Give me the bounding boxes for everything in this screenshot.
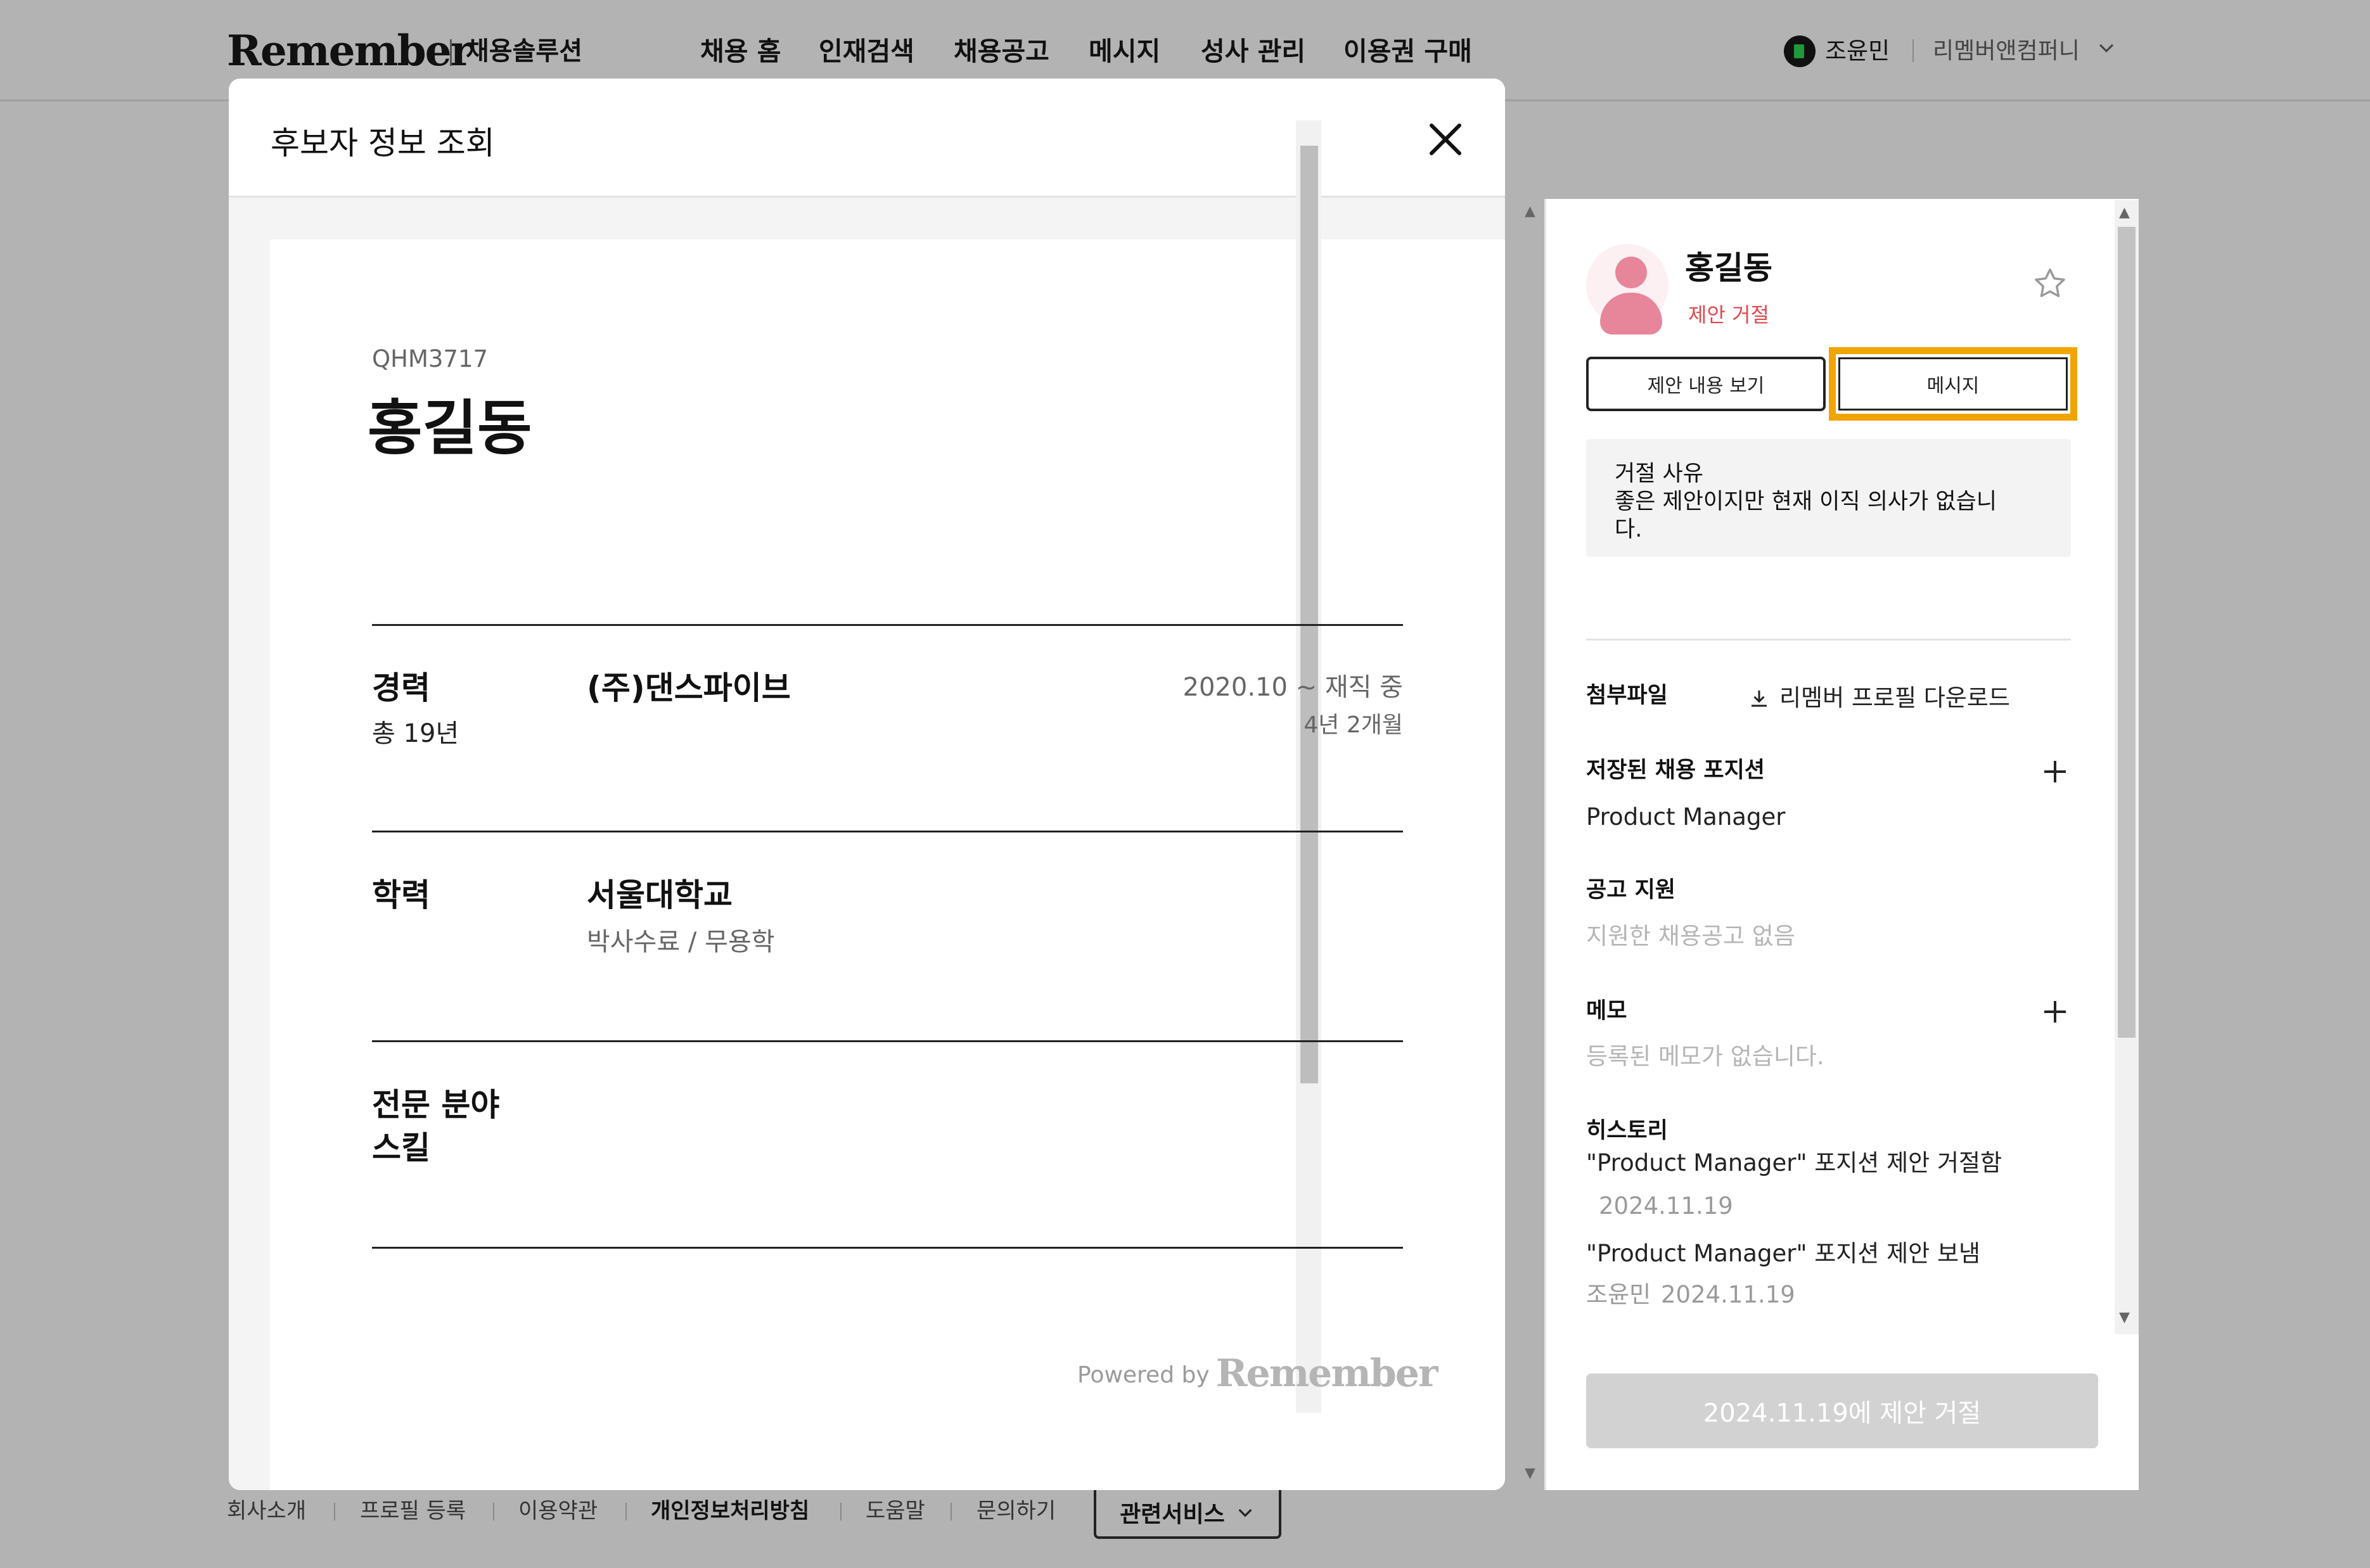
download-icon (1752, 691, 1767, 707)
offer-rejected-button[interactable]: 2024.11.19에 제안 거절 (1586, 1374, 2098, 1448)
star-icon[interactable] (2031, 265, 2069, 303)
user-avatar[interactable] (1784, 35, 1816, 67)
skill-label: 스킬 (372, 1130, 430, 1166)
user-divider (1912, 39, 1914, 62)
footer-link-about[interactable]: 회사소개 (227, 1496, 306, 1526)
section-divider (372, 1247, 1403, 1249)
memo-empty: 등록된 메모가 없습니다. (1586, 1043, 1824, 1070)
history-label: 히스토리 (1586, 1118, 1668, 1144)
chevron-down-icon (1238, 1508, 1252, 1517)
memo-label: 메모 (1586, 998, 1627, 1024)
related-services-label: 관련서비스 (1120, 1501, 1225, 1527)
saved-position-label: 저장된 채용 포지션 (1586, 758, 1765, 783)
powered-by-text: Powered by (1077, 1362, 1210, 1388)
panel-divider (1586, 639, 2071, 641)
message-button-highlight[interactable]: 메시지 (1829, 347, 2077, 421)
modal-title: 후보자 정보 조회 (271, 125, 495, 162)
rejection-reason-text: 좋은 제안이지만 현재 이직 의사가 없습니다. (1615, 489, 1997, 542)
company-name[interactable]: 리멤버앤컴퍼니 (1933, 35, 2080, 67)
rejection-reason-title: 거절 사유 (1615, 461, 1703, 487)
status-badge: 제안 거절 (1688, 303, 1769, 327)
related-services-button[interactable]: 관련서비스 (1094, 1486, 1281, 1539)
close-icon[interactable] (1420, 114, 1471, 165)
attachments-label: 첨부파일 (1586, 683, 1668, 708)
footer-link-privacy[interactable]: 개인정보처리방침 (651, 1496, 809, 1526)
scroll-up-arrow-icon[interactable]: ▲ (1525, 204, 1535, 219)
footer-link-help[interactable]: 도움말 (866, 1496, 925, 1526)
resume-candidate-name: 홍길동 (368, 394, 532, 463)
nav-item-purchase[interactable]: 이용권 구매 (1343, 35, 1472, 67)
scroll-down-arrow-icon[interactable]: ▼ (2119, 1310, 2130, 1325)
avatar-person-icon (1615, 257, 1647, 288)
chevron-down-icon[interactable] (2096, 37, 2117, 66)
section-divider (372, 831, 1403, 832)
history-item-date: 2024.11.19 (1599, 1192, 1733, 1220)
career-label: 경력 (372, 670, 430, 706)
candidate-name: 홍길동 (1685, 250, 1772, 286)
footer-divider (334, 1503, 335, 1520)
powered-by-logo: Remember (1215, 1351, 1438, 1396)
logo-divider (450, 39, 452, 66)
user-name[interactable]: 조윤민 (1825, 35, 1890, 67)
education-label: 학력 (372, 877, 430, 914)
applications-label: 공고 지원 (1586, 877, 1675, 903)
education-school: 서울대학교 (587, 877, 733, 914)
profile-download-link[interactable]: 리멤버 프로필 다운로드 (1748, 683, 2010, 713)
nav-item-recruit-home[interactable]: 채용 홈 (700, 35, 781, 67)
education-degree: 박사수료 / 무용학 (587, 927, 775, 957)
add-memo-icon[interactable] (2039, 996, 2071, 1028)
view-offer-button[interactable]: 제안 내용 보기 (1586, 357, 1826, 411)
career-total: 총 19년 (372, 719, 459, 748)
section-divider (372, 1040, 1403, 1042)
career-period: 2020.10 ~ 재직 중 (1182, 673, 1403, 702)
footer-divider (493, 1503, 494, 1520)
footer-link-contact[interactable]: 문의하기 (977, 1496, 1056, 1526)
resume-scrollbar-thumb[interactable] (1300, 146, 1318, 1083)
product-name: 채용솔루션 (466, 37, 582, 66)
history-item-author: 조윤민 (1586, 1281, 1651, 1308)
side-panel-scrollbar-thumb[interactable] (2118, 227, 2136, 1038)
history-item-text: "Product Manager" 포지션 제안 보냄 (1586, 1240, 1981, 1267)
nav-item-hire-management[interactable]: 성사 관리 (1201, 35, 1305, 67)
footer-divider (840, 1503, 842, 1520)
history-item-date: 2024.11.19 (1661, 1281, 1795, 1308)
applications-empty: 지원한 채용공고 없음 (1586, 922, 1795, 950)
remember-logo[interactable]: Remember (227, 25, 472, 76)
career-duration: 4년 2개월 (1304, 712, 1403, 738)
nav-item-talent-search[interactable]: 인재검색 (819, 35, 914, 67)
specialty-label: 전문 분야 (372, 1087, 500, 1123)
message-button[interactable]: 메시지 (1838, 357, 2068, 411)
footer-divider (951, 1503, 952, 1520)
download-label: 리멤버 프로필 다운로드 (1779, 684, 2010, 711)
saved-position-value[interactable]: Product Manager (1586, 802, 1785, 832)
powered-by-remember: Powered by Remember (1077, 1351, 1438, 1396)
add-position-icon[interactable] (2039, 756, 2071, 787)
candidate-code: QHM3717 (372, 345, 489, 373)
section-divider (372, 624, 1403, 626)
history-item-text: "Product Manager" 포지션 제안 거절함 (1586, 1149, 2002, 1176)
career-company: (주)댄스파이브 (587, 670, 791, 706)
footer-divider (625, 1503, 627, 1520)
nav-item-job-postings[interactable]: 채용공고 (954, 35, 1049, 67)
scroll-up-arrow-icon[interactable]: ▲ (2119, 205, 2130, 220)
nav-item-messages[interactable]: 메시지 (1089, 35, 1160, 67)
footer-link-profile[interactable]: 프로필 등록 (360, 1496, 466, 1526)
scroll-down-arrow-icon[interactable]: ▼ (1525, 1466, 1535, 1481)
footer-link-terms[interactable]: 이용약관 (518, 1496, 598, 1526)
